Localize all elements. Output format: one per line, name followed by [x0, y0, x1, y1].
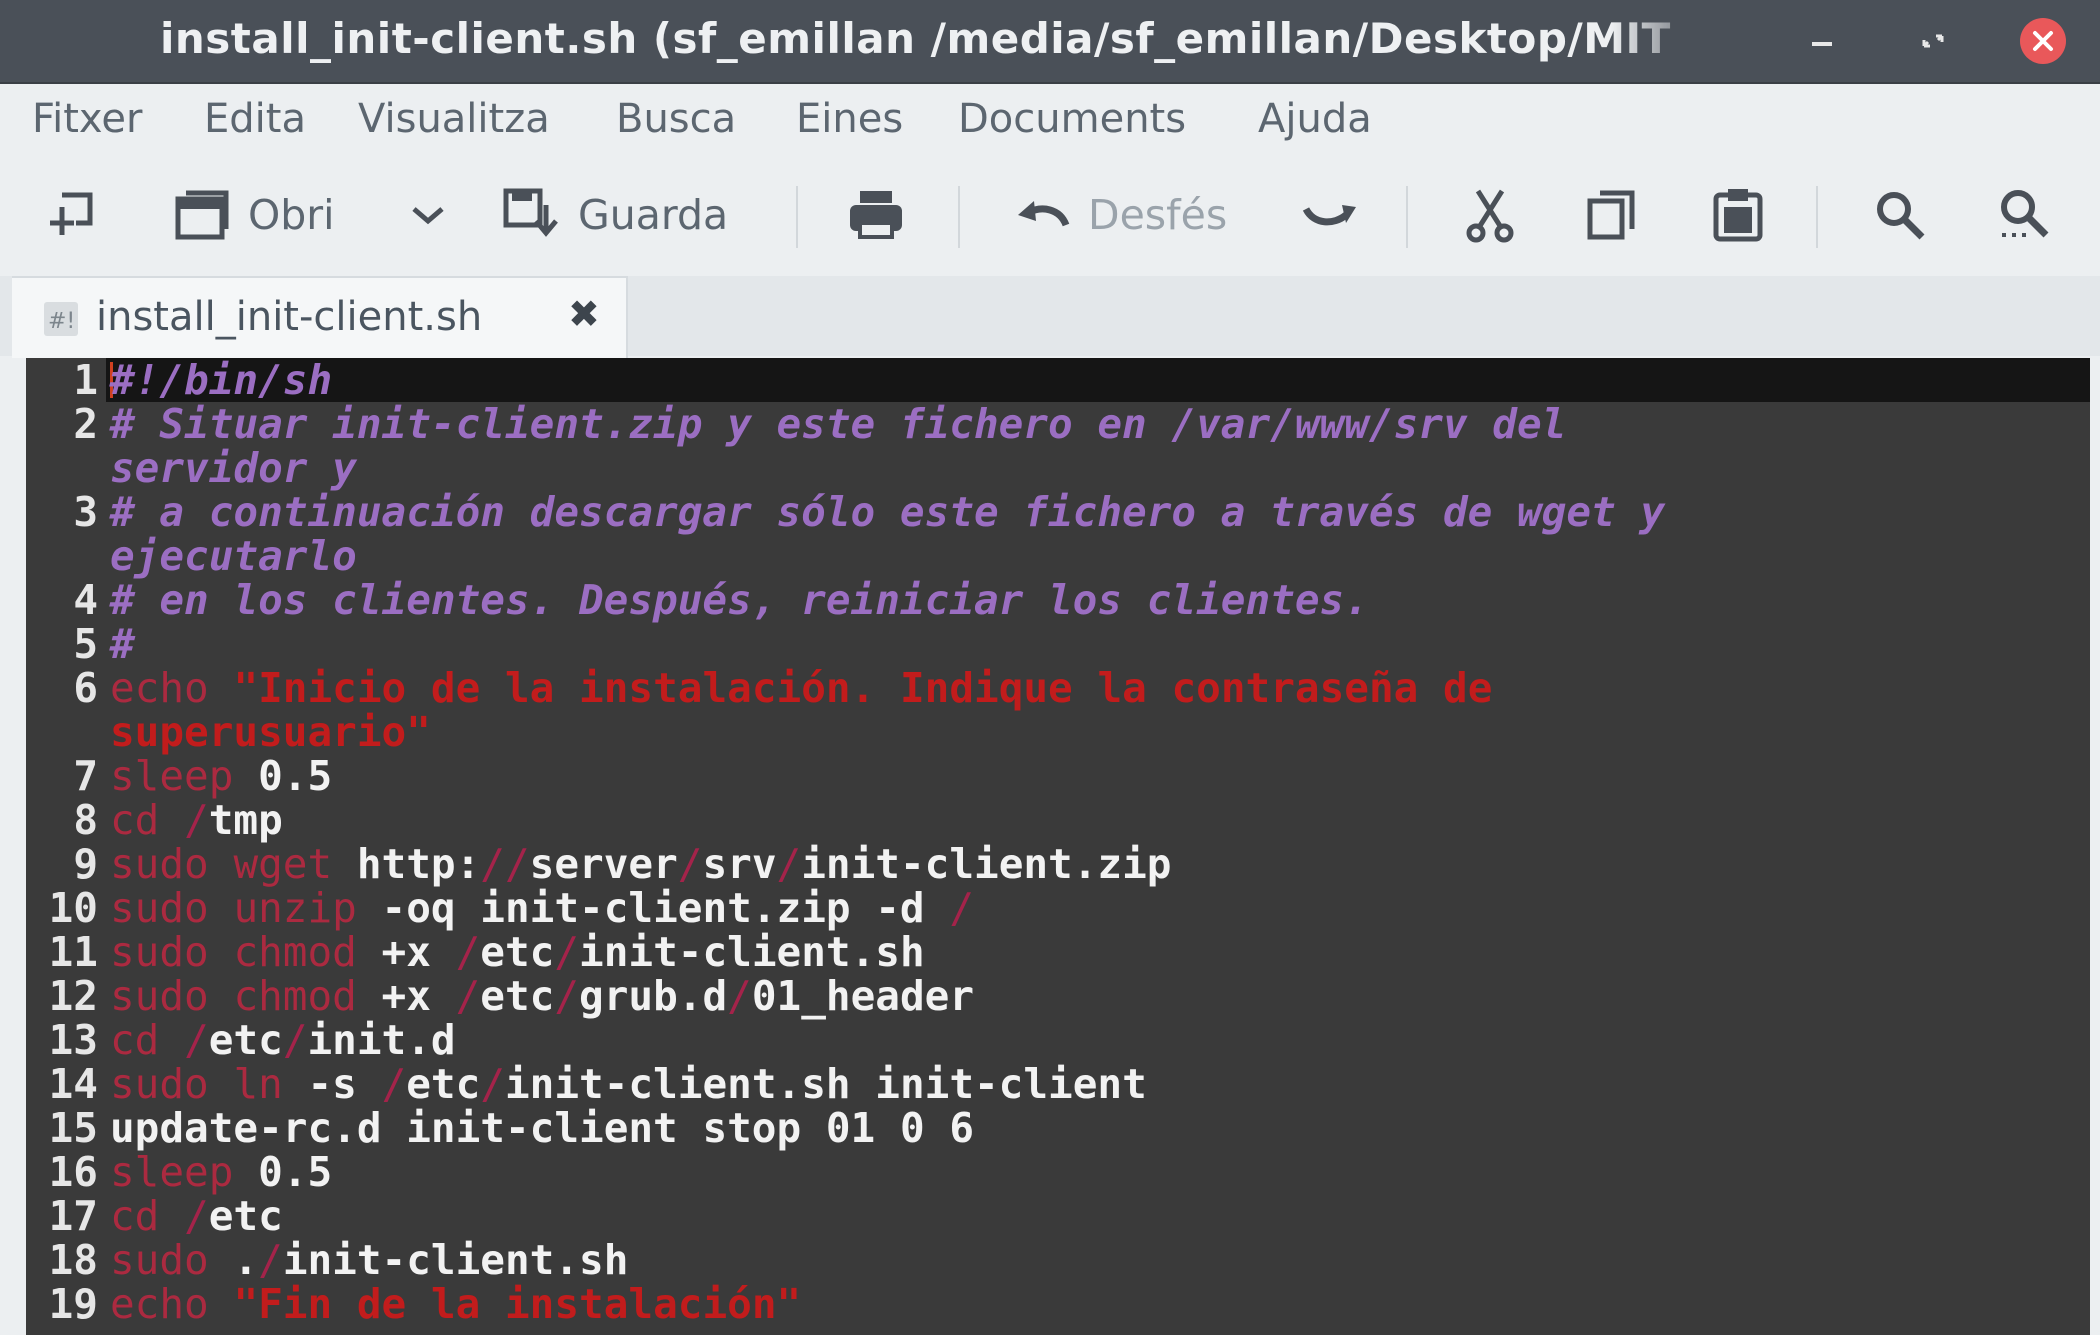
new-document-button[interactable] [46, 182, 106, 248]
search-button[interactable] [1870, 182, 1930, 248]
code-line-wrap: servidor y [110, 444, 357, 492]
line-number: 19 [48, 1280, 98, 1328]
code-line-wrap: superusuario" [110, 708, 431, 756]
toolbar-separator [1816, 186, 1818, 248]
open-button[interactable]: Obri [172, 182, 335, 248]
document-tab-strip: #! install_init-client.sh ✖ [0, 276, 2100, 358]
restore-button[interactable] [1910, 18, 1956, 64]
undo-button[interactable]: Desfés [1012, 182, 1227, 248]
code-line: cd /etc [110, 1192, 283, 1240]
toolbar-separator [1406, 186, 1408, 248]
code-line: sudo ln -s /etc/init-client.sh init-clie… [110, 1060, 1147, 1108]
line-number: 2 [73, 400, 98, 448]
window-title: install_init-client.sh (sf_emillan /medi… [160, 14, 1671, 63]
minimize-button[interactable] [1800, 18, 1846, 64]
code-line: sleep 0.5 [110, 752, 333, 800]
line-number: 10 [48, 884, 98, 932]
save-icon [503, 188, 558, 237]
line-number: 13 [48, 1016, 98, 1064]
menu-documents[interactable]: Documents [958, 96, 1186, 142]
new-document-icon [50, 192, 93, 235]
code-line: # a continuación descargar sólo este fic… [110, 488, 1666, 536]
menu-busca[interactable]: Busca [616, 96, 736, 142]
line-number: 5 [73, 620, 98, 668]
cut-button[interactable] [1460, 182, 1520, 248]
recent-files-dropdown[interactable] [398, 182, 458, 248]
save-label: Guarda [578, 191, 729, 239]
close-window-button[interactable] [2020, 18, 2066, 64]
line-number: 8 [73, 796, 98, 844]
menu-fitxer[interactable]: Fitxer [32, 96, 142, 142]
menu-bar: Fitxer Edita Visualitza Busca Eines Docu… [0, 84, 2100, 154]
paste-button[interactable] [1708, 182, 1768, 248]
tab-label: install_init-client.sh [96, 294, 483, 340]
code-line: sudo chmod +x /etc/grub.d/01_header [110, 972, 975, 1020]
code-line: cd /tmp [110, 796, 283, 844]
code-line: sudo ./init-client.sh [110, 1236, 629, 1284]
line-number: 3 [73, 488, 98, 536]
menu-edita[interactable]: Edita [204, 96, 306, 142]
code-line: sleep 0.5 [110, 1148, 333, 1196]
paste-icon [1713, 189, 1763, 242]
code-line: sudo unzip -oq init-client.zip -d / [110, 884, 974, 932]
code-line: #!/bin/sh [110, 358, 333, 404]
tab-install-init-client[interactable]: #! install_init-client.sh ✖ [12, 276, 628, 358]
code-editor[interactable]: 1 2 3 4 5 6 7 8 9 10 11 12 13 14 15 16 1… [26, 358, 2090, 1335]
code-line: sudo chmod +x /etc/init-client.sh [110, 928, 925, 976]
tab-close-icon[interactable]: ✖ [568, 292, 600, 336]
line-number: 4 [73, 576, 98, 624]
chevron-down-icon [412, 207, 444, 225]
title-bar: install_init-client.sh (sf_emillan /medi… [0, 0, 2100, 84]
restore-icon [1922, 34, 1944, 48]
search-replace-icon [2001, 190, 2049, 238]
code-line: # en los clientes. Después, reiniciar lo… [110, 576, 1369, 624]
undo-label: Desfés [1088, 191, 1228, 239]
toolbar-separator [958, 186, 960, 248]
undo-icon [1018, 201, 1070, 227]
code-line: cd /etc/init.d [110, 1016, 456, 1064]
line-number: 14 [48, 1060, 98, 1108]
menu-eines[interactable]: Eines [796, 96, 903, 142]
shell-script-icon: #! [44, 302, 78, 336]
toolbar-separator [796, 186, 798, 248]
line-number: 18 [48, 1236, 98, 1284]
line-number: 16 [48, 1148, 98, 1196]
open-label: Obri [248, 191, 335, 239]
print-icon [850, 191, 902, 239]
line-number: 12 [48, 972, 98, 1020]
code-line: sudo wget http://server/srv/init-client.… [110, 840, 1172, 888]
find-replace-button[interactable] [1992, 182, 2052, 248]
current-line-highlight [106, 358, 2090, 402]
scissors-icon [1466, 189, 1514, 243]
line-number: 7 [73, 752, 98, 800]
copy-icon [1587, 190, 1635, 240]
code-line: echo "Fin de la instalación" [110, 1280, 802, 1328]
line-number: 15 [48, 1104, 98, 1152]
redo-button[interactable] [1300, 182, 1360, 248]
copy-button[interactable] [1582, 182, 1642, 248]
line-number: 17 [48, 1192, 98, 1240]
toolbar: Obri Guarda Desfés [0, 156, 2100, 274]
menu-ajuda[interactable]: Ajuda [1258, 96, 1372, 142]
code-line-wrap: ejecutarlo [110, 532, 357, 580]
svg-text:#!: #! [48, 309, 75, 334]
search-icon [1877, 192, 1925, 240]
open-folder-icon [175, 190, 229, 240]
line-number: 11 [48, 928, 98, 976]
close-icon [2033, 31, 2053, 51]
print-button[interactable] [846, 182, 906, 248]
code-line: update-rc.d init-client stop 01 0 6 [110, 1104, 974, 1152]
redo-icon [1302, 205, 1356, 226]
code-line: echo "Inicio de la instalación. Indique … [110, 664, 1493, 712]
code-line: # Situar init-client.zip y este fichero … [110, 400, 1567, 448]
line-number: 9 [73, 840, 98, 888]
line-number: 1 [73, 358, 98, 404]
code-line: # [110, 620, 135, 668]
menu-visualitza[interactable]: Visualitza [358, 96, 550, 142]
save-button[interactable]: Guarda [502, 182, 728, 248]
line-number: 6 [73, 664, 98, 712]
